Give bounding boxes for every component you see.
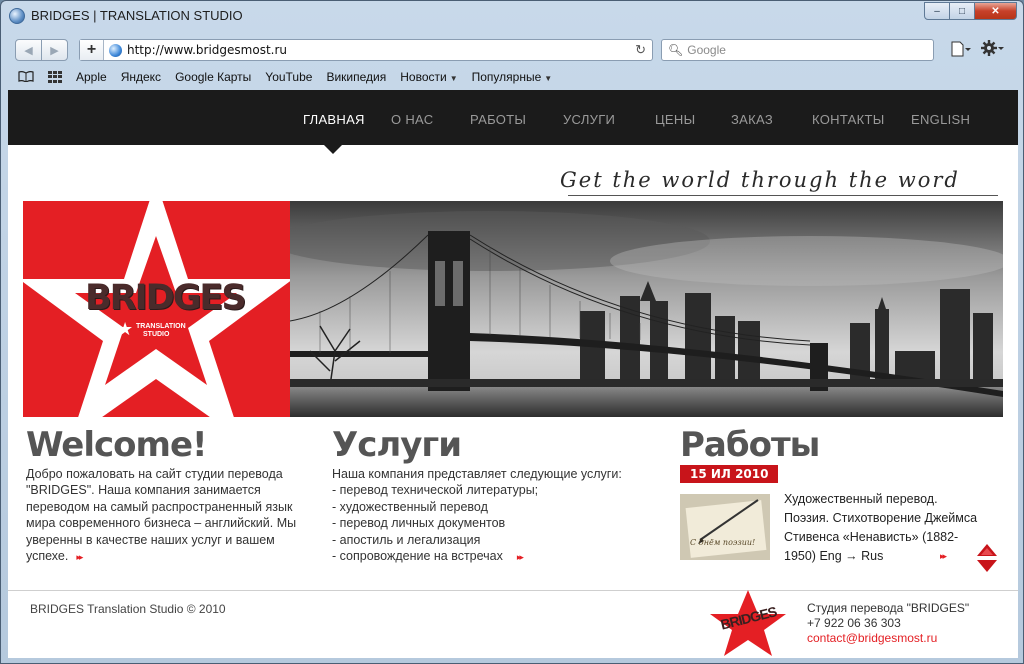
bookmark-apple[interactable]: Apple [76,70,107,84]
nav-home[interactable]: ГЛАВНАЯ [303,112,365,127]
bookmark-popular-menu[interactable]: Популярные ▼ [472,70,553,84]
bridge-banner-image [290,201,1003,417]
work-text: Художественный перевод. Поэзия. Стихотво… [784,492,978,563]
page-viewport: ГЛАВНАЯ О НАС РАБОТЫ УСЛУГИ ЦЕНЫ ЗАКАЗ К… [8,90,1018,658]
services-title: Услуги [332,425,462,465]
dropdown-arrow-icon: ▼ [544,74,553,83]
gear-icon[interactable] [981,39,1005,62]
services-intro: Наша компания представляет следующие усл… [332,467,622,481]
footer-star-logo[interactable]: BRIDGES [708,590,788,658]
reading-list-icon[interactable] [18,70,38,85]
footer-divider [8,590,1018,591]
bookmark-news-menu[interactable]: Новости ▼ [400,70,457,84]
bookmark-news-label: Новости [400,70,447,84]
services-more-arrow-icon[interactable]: ▸▸ [517,552,524,562]
works-section: Работы 15 ИЛ 2010 С днём поэзии! Художес… [680,426,980,576]
search-placeholder: Google [687,43,726,57]
work-thumbnail-image[interactable]: С днём поэзии! [680,494,770,560]
bookmark-youtube[interactable]: YouTube [265,70,312,84]
url-input[interactable]: http://www.bridgesmost.ru [127,43,287,57]
site-navigation: ГЛАВНАЯ О НАС РАБОТЫ УСЛУГИ ЦЕНЫ ЗАКАЗ К… [8,90,1018,145]
welcome-more-arrow-icon[interactable]: ▸▸ [76,552,83,562]
works-more-arrow-icon[interactable]: ▸▸ [940,547,947,566]
footer-studio-name: Студия перевода "BRIDGES" [807,601,970,615]
nav-services[interactable]: УСЛУГИ [563,112,615,127]
back-button[interactable]: ◀ [15,39,42,61]
dropdown-arrow-icon: ▼ [449,74,458,83]
site-globe-icon [109,43,122,57]
works-title: Работы [680,425,820,465]
service-item: - перевод технической литературы; [332,483,539,498]
bookmark-wikipedia[interactable]: Википедия [326,70,386,84]
nav-order[interactable]: ЗАКАЗ [731,112,773,127]
work-thumb-caption: С днём поэзии! [690,538,756,547]
reload-icon[interactable]: ↻ [635,42,646,58]
service-item-last: - сопровождение на встречах ▸▸ [332,548,652,565]
nav-contacts[interactable]: КОНТАКТЫ [812,112,885,127]
footer-copyright: BRIDGES Translation Studio © 2010 [30,602,226,616]
site-tagline: Get the world through the word [560,168,960,192]
bookmark-google-maps[interactable]: Google Карты [175,70,251,84]
logo-sub-translation: TRANSLATION [136,323,186,330]
top-sites-grid-icon[interactable] [48,71,62,83]
service-item-text: - сопровождение на встречах [332,549,503,564]
add-bookmark-button[interactable]: + [80,40,104,60]
work-description: Художественный перевод. Поэзия. Стихотво… [784,490,984,566]
minimize-button[interactable]: – [924,2,950,20]
logo-wordmark: BRIDGES [85,278,247,318]
page-menu-icon[interactable] [951,41,971,61]
window-controls: – □ ✕ [924,2,1017,20]
nav-prices[interactable]: ЦЕНЫ [655,112,695,127]
bookmark-yandex[interactable]: Яндекс [121,70,161,84]
service-item: - художественный перевод [332,499,488,514]
service-item: - перевод личных документов [332,516,506,531]
title-bar: BRIDGES | TRANSLATION STUDIO – □ ✕ [1,1,1023,31]
services-section: Услуги Наша компания представляет следую… [332,426,652,565]
welcome-body: Добро пожаловать на сайт студии перевода… [26,467,297,564]
service-item: - апостиль и легализация [332,532,481,547]
window-title: BRIDGES | TRANSLATION STUDIO [31,8,243,23]
browser-globe-icon [9,8,25,24]
address-bar[interactable]: + http://www.bridgesmost.ru ↻ [79,39,653,61]
footer-phone: +7 922 06 36 303 [807,616,901,630]
browser-window: BRIDGES | TRANSLATION STUDIO – □ ✕ ◀ ▶ +… [0,0,1024,664]
logo-small-star-icon: ★ [117,319,134,339]
nav-works[interactable]: РАБОТЫ [470,112,526,127]
maximize-button[interactable]: □ [949,2,975,20]
tagline-underline [568,195,998,196]
footer-contacts: Студия перевода "BRIDGES" +7 922 06 36 3… [807,601,969,646]
site-logo[interactable]: BRIDGES ★ TRANSLATION STUDIO [23,201,290,417]
works-scroll-arrows-icon[interactable] [976,543,998,573]
nav-about[interactable]: О НАС [391,112,433,127]
welcome-section: Welcome! Добро пожаловать на сайт студии… [26,426,316,565]
active-nav-pointer [324,145,342,154]
search-field[interactable]: 🔍︎ Google [661,39,934,61]
services-list: - перевод технической литературы; - худо… [332,482,652,565]
bookmark-popular-label: Популярные [471,70,542,84]
welcome-title: Welcome! [26,425,208,465]
welcome-text: Добро пожаловать на сайт студии перевода… [26,466,316,565]
work-date-badge: 15 ИЛ 2010 [680,465,779,483]
forward-button[interactable]: ▶ [41,39,68,61]
logo-sub-studio: STUDIO [143,331,170,338]
footer-email-link[interactable]: contact@bridgesmost.ru [807,631,969,646]
navigation-toolbar: ◀ ▶ + http://www.bridgesmost.ru ↻ 🔍︎ Goo… [9,37,1017,65]
close-button[interactable]: ✕ [974,2,1017,20]
nav-english[interactable]: ENGLISH [911,112,970,127]
bookmarks-bar: Apple Яндекс Google Карты YouTube Википе… [9,67,1017,87]
search-icon[interactable]: 🔍︎ [668,43,683,57]
